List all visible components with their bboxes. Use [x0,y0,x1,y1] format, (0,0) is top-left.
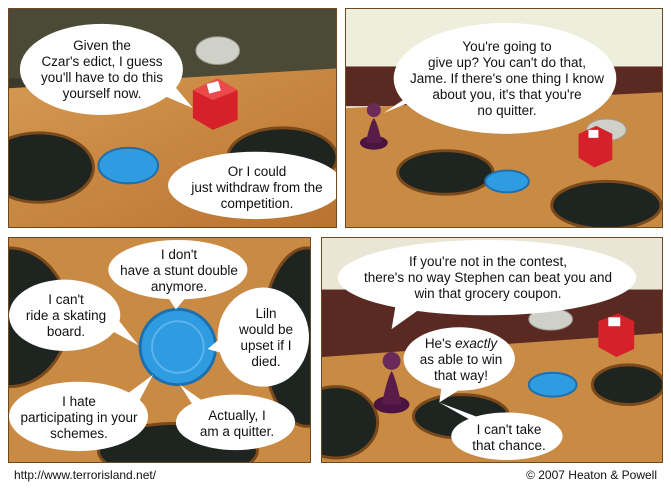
speech-bubble: Given the Czar's edict, I guess you'll h… [41,38,163,101]
speech-bubble: I hate participating in your schemes. [20,394,138,441]
speech-bubble: I don't have a stunt double anymore. [120,247,238,294]
speech-bubble-emphasis: He's exactly as able to win that way! [406,330,516,390]
speech-bubble: I can't ride a skating board. [25,292,107,339]
speech-bubble: You're going to give up? You can't do th… [410,39,604,118]
speech-bubble: If you're not in the contest, there's no… [363,254,612,301]
comic-panel-4: If you're not in the contest, there's no… [321,237,663,463]
speech-bubble: Or I could just withdraw from the compet… [191,164,323,211]
comic-panel-1: Given the Czar's edict, I guess you'll h… [8,8,337,228]
bubble-text-after: as able to win that way! [419,352,503,383]
comic-panel-2: You're going to give up? You can't do th… [345,8,663,228]
site-url[interactable]: http://www.terrorisland.net/ [14,468,156,482]
speech-bubble: Liln would be upset if I died. [238,306,294,369]
speech-bubble: I can't take that chance. [472,422,546,453]
bubble-text-before: He's [424,336,456,351]
copyright-notice: © 2007 Heaton & Powell [526,468,657,482]
bubble-text-emphasis: exactly [455,336,498,351]
speech-bubble: Actually, I am a quitter. [199,408,275,439]
bubble-text: He's exactly as able to win that way! [420,336,503,384]
comic-panel-3: I don't have a stunt double anymore. I c… [8,237,311,463]
